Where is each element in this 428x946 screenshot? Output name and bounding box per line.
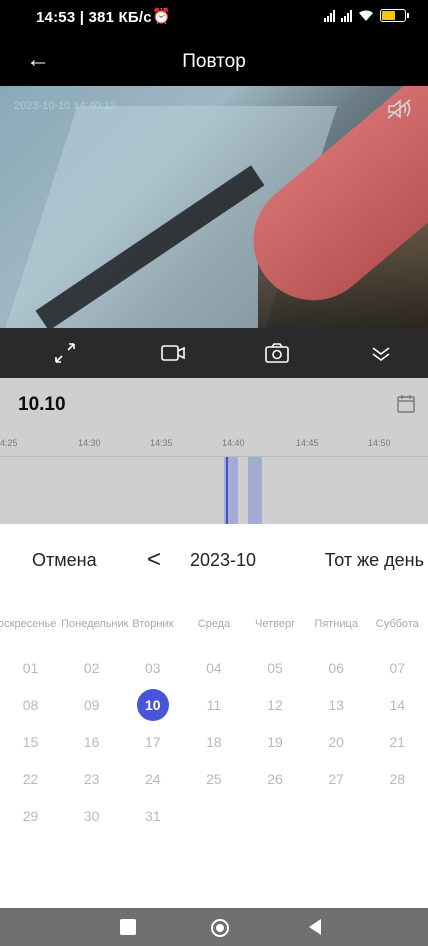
snapshot-camera-icon[interactable] [264, 340, 290, 366]
calendar-day-empty [306, 798, 367, 835]
tick-label: 4:25 [0, 438, 18, 448]
calendar-day[interactable]: 22 [0, 761, 61, 798]
battery-icon [380, 9, 409, 22]
calendar-day[interactable]: 21 [367, 724, 428, 761]
calendar-day[interactable]: 24 [122, 761, 183, 798]
calendar-day[interactable]: 23 [61, 761, 122, 798]
date-picker-sheet: Отмена < 2023-10 Тот же день Воскресенье… [0, 524, 428, 908]
calendar-icon[interactable] [396, 394, 416, 414]
back-triangle-icon[interactable] [309, 919, 321, 935]
recents-square-icon[interactable] [120, 919, 136, 935]
tick-label: 14:30 [78, 438, 101, 448]
calendar-day[interactable]: 14 [367, 687, 428, 724]
chevron-left-icon[interactable]: < [147, 546, 161, 574]
alarm-icon: ⏰ [152, 8, 171, 25]
calendar-day[interactable]: 02 [61, 650, 122, 687]
calendar-day[interactable]: 19 [245, 724, 306, 761]
date-picker-header: Отмена < 2023-10 Тот же день [0, 524, 428, 600]
calendar-day[interactable]: 29 [0, 798, 61, 835]
tick-label: 14:50 [368, 438, 391, 448]
fullscreen-icon[interactable] [52, 340, 78, 366]
calendar-day[interactable]: 25 [183, 761, 244, 798]
calendar-day[interactable]: 08 [0, 687, 61, 724]
calendar-day-empty [367, 798, 428, 835]
calendar-day[interactable]: 09 [61, 687, 122, 724]
page-title: Повтор [182, 51, 246, 72]
cancel-button[interactable]: Отмена [32, 550, 97, 571]
calendar-grid: 01 02 03 04 05 06 07 08 09 10 11 12 13 1… [0, 650, 428, 835]
calendar-week: 22 23 24 25 26 27 28 [0, 761, 428, 798]
playback-timeline-panel: 10.10 4:25 14:30 14:35 14:40 14:45 14:50 [0, 378, 428, 524]
weekday-label: Воскресенье [0, 618, 57, 630]
tick-label: 14:45 [296, 438, 319, 448]
calendar-day[interactable]: 13 [306, 687, 367, 724]
record-video-icon[interactable] [160, 340, 186, 366]
tick-label: 14:40 [222, 438, 245, 448]
calendar-day[interactable]: 07 [367, 650, 428, 687]
calendar-day[interactable]: 27 [306, 761, 367, 798]
calendar-day[interactable]: 31 [122, 798, 183, 835]
calendar-day[interactable]: 26 [245, 761, 306, 798]
month-label: 2023-10 [190, 550, 257, 570]
calendar-day[interactable]: 18 [183, 724, 244, 761]
player-controls [0, 328, 428, 378]
calendar-day-empty [183, 798, 244, 835]
calendar-day[interactable]: 11 [183, 687, 244, 724]
timeline-cursor[interactable] [226, 457, 228, 524]
calendar-week: 29 30 31 [0, 798, 428, 835]
wifi-icon [359, 10, 373, 21]
collapse-chevrons-icon[interactable] [368, 340, 394, 366]
timeline-ticks: 4:25 14:30 14:35 14:40 14:45 14:50 [0, 438, 428, 452]
calendar-day[interactable]: 03 [122, 650, 183, 687]
weekday-label: Вторник [132, 618, 174, 630]
calendar-day-selected[interactable]: 10 [122, 687, 183, 724]
signal-icon-2 [341, 9, 352, 22]
calendar-day[interactable]: 06 [306, 650, 367, 687]
calendar-day[interactable]: 05 [245, 650, 306, 687]
signal-icon [324, 9, 335, 22]
status-bar: 14:53 | 381 КБ/с ⏰ [0, 0, 428, 34]
calendar-week: 15 16 17 18 19 20 21 [0, 724, 428, 761]
same-day-button[interactable]: Тот же день [325, 550, 424, 571]
calendar-day[interactable]: 12 [245, 687, 306, 724]
speaker-muted-icon[interactable] [386, 98, 414, 120]
calendar-day[interactable]: 01 [0, 650, 61, 687]
calendar-week: 01 02 03 04 05 06 07 [0, 650, 428, 687]
recording-segment [248, 457, 262, 524]
weekday-label: Пятница [314, 618, 358, 630]
system-nav-bar [0, 908, 428, 946]
calendar-day[interactable]: 04 [183, 650, 244, 687]
calendar-day-empty [245, 798, 306, 835]
calendar-day[interactable]: 15 [0, 724, 61, 761]
calendar-week: 08 09 10 11 12 13 14 [0, 687, 428, 724]
calendar-day[interactable]: 30 [61, 798, 122, 835]
status-time: 14:53 | 381 КБ/с [36, 9, 152, 26]
weekday-label: Четверг [255, 618, 296, 630]
tick-label: 14:35 [150, 438, 173, 448]
playback-date: 10.10 [18, 394, 66, 415]
video-timestamp: 2023-10-10 14:40:12 [14, 100, 117, 112]
weekday-label: Суббота [375, 618, 419, 630]
timeline-track[interactable] [0, 456, 428, 524]
video-player[interactable]: 2023-10-10 14:40:12 [0, 86, 428, 328]
calendar-day[interactable]: 28 [367, 761, 428, 798]
calendar-day[interactable]: 17 [122, 724, 183, 761]
weekday-label: Понедельник [61, 618, 129, 630]
home-circle-icon[interactable] [211, 919, 229, 937]
weekday-label: Среда [197, 618, 231, 630]
calendar-day[interactable]: 20 [306, 724, 367, 761]
app-header: ← Повтор [0, 34, 428, 86]
weekday-header: Воскресенье Понедельник Вторник Среда Че… [0, 618, 428, 638]
calendar-day[interactable]: 16 [61, 724, 122, 761]
status-indicators [324, 9, 409, 22]
